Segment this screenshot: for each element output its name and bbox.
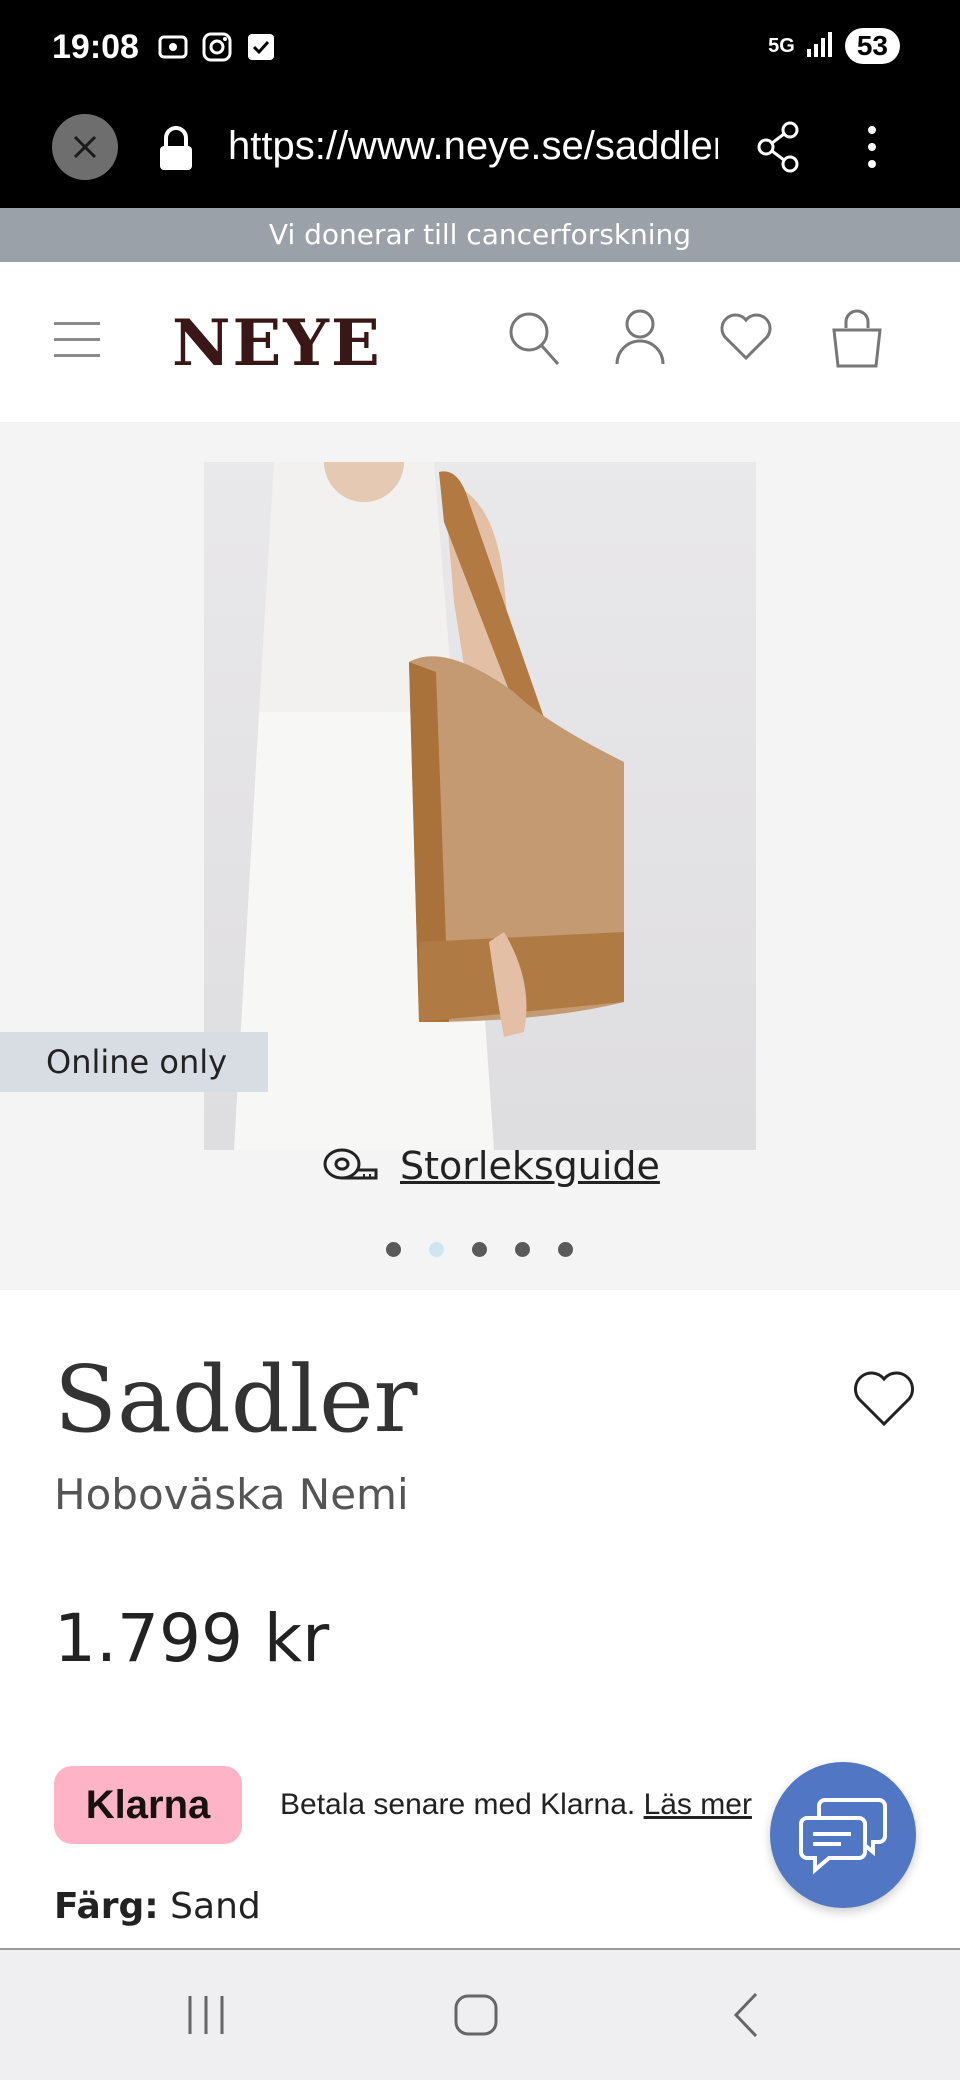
add-to-wishlist-button[interactable] [852, 1370, 916, 1433]
wishlist-button[interactable] [718, 308, 774, 369]
browser-toolbar: https://www.neye.se/saddler [0, 100, 960, 208]
more-options-button[interactable] [862, 122, 882, 177]
checkbox-icon [244, 30, 278, 64]
product-price: 1.799 kr [54, 1600, 330, 1677]
url-field[interactable]: https://www.neye.se/saddler [228, 124, 718, 169]
status-bar: 19:08 5G 53 [0, 0, 960, 100]
search-button[interactable] [506, 308, 562, 373]
recent-apps-icon [188, 1996, 224, 2034]
battery-indicator: 53 [844, 28, 900, 64]
system-navigation-bar [0, 1948, 960, 2080]
klarna-read-more-link[interactable]: Läs mer [644, 1788, 752, 1821]
share-button[interactable] [756, 120, 802, 179]
measuring-tape-icon [323, 1148, 378, 1180]
klarna-logo: Klarna [54, 1766, 242, 1844]
klarna-text: Betala senare med Klarna. [280, 1788, 636, 1821]
status-notification-icons [156, 30, 278, 64]
chat-button[interactable] [770, 1762, 916, 1908]
gallery-dot[interactable] [558, 1242, 573, 1257]
lock-icon [156, 124, 196, 179]
size-guide-label[interactable]: Storleksguide [400, 1144, 660, 1188]
shopping-bag-icon [832, 309, 882, 368]
close-icon [73, 135, 97, 159]
signal-icon [805, 29, 835, 64]
gallery-pagination [386, 1242, 573, 1257]
klarna-message: Betala senare med Klarna. Läs mer [280, 1788, 752, 1822]
color-row: Färg: Sand [54, 1886, 261, 1927]
chat-bubbles-icon [799, 1798, 887, 1875]
screenshot-icon [156, 30, 190, 64]
site-header: NEYE [0, 262, 960, 422]
color-value: Sand [170, 1886, 261, 1927]
instagram-icon [200, 30, 234, 64]
home-icon [454, 1994, 498, 2036]
size-guide-link[interactable]: Storleksguide [322, 1144, 660, 1188]
product-brand: Saddler [54, 1346, 418, 1453]
close-tab-button[interactable] [52, 114, 118, 180]
product-gallery: Online only Storleksguide [0, 422, 960, 1290]
share-icon [757, 121, 799, 173]
recent-apps-button[interactable] [184, 1990, 228, 2045]
gallery-dot[interactable] [515, 1242, 530, 1257]
home-button[interactable] [452, 1990, 500, 2045]
menu-button[interactable] [54, 322, 100, 360]
gallery-dot[interactable] [472, 1242, 487, 1257]
account-button[interactable] [614, 308, 666, 373]
user-icon [615, 309, 665, 365]
network-label: 5G [768, 34, 795, 57]
gallery-dot[interactable] [386, 1242, 401, 1257]
cart-button[interactable] [828, 308, 886, 375]
heart-icon [720, 313, 772, 361]
more-vertical-icon [868, 126, 876, 168]
online-only-badge: Online only [0, 1032, 268, 1092]
color-label: Färg: [54, 1886, 159, 1927]
site-logo[interactable]: NEYE [172, 306, 382, 381]
back-button[interactable] [728, 1990, 764, 2045]
status-time: 19:08 [52, 28, 139, 66]
product-name: Hoboväska Nemi [54, 1470, 409, 1519]
product-image[interactable] [204, 462, 756, 1150]
back-icon [733, 1992, 758, 2038]
heart-icon [854, 1371, 914, 1427]
status-right-group: 5G 53 [768, 28, 900, 64]
search-icon [509, 312, 560, 365]
announcement-bar: Vi donerar till cancerforskning [0, 208, 960, 262]
gallery-dot-active[interactable] [429, 1242, 444, 1257]
